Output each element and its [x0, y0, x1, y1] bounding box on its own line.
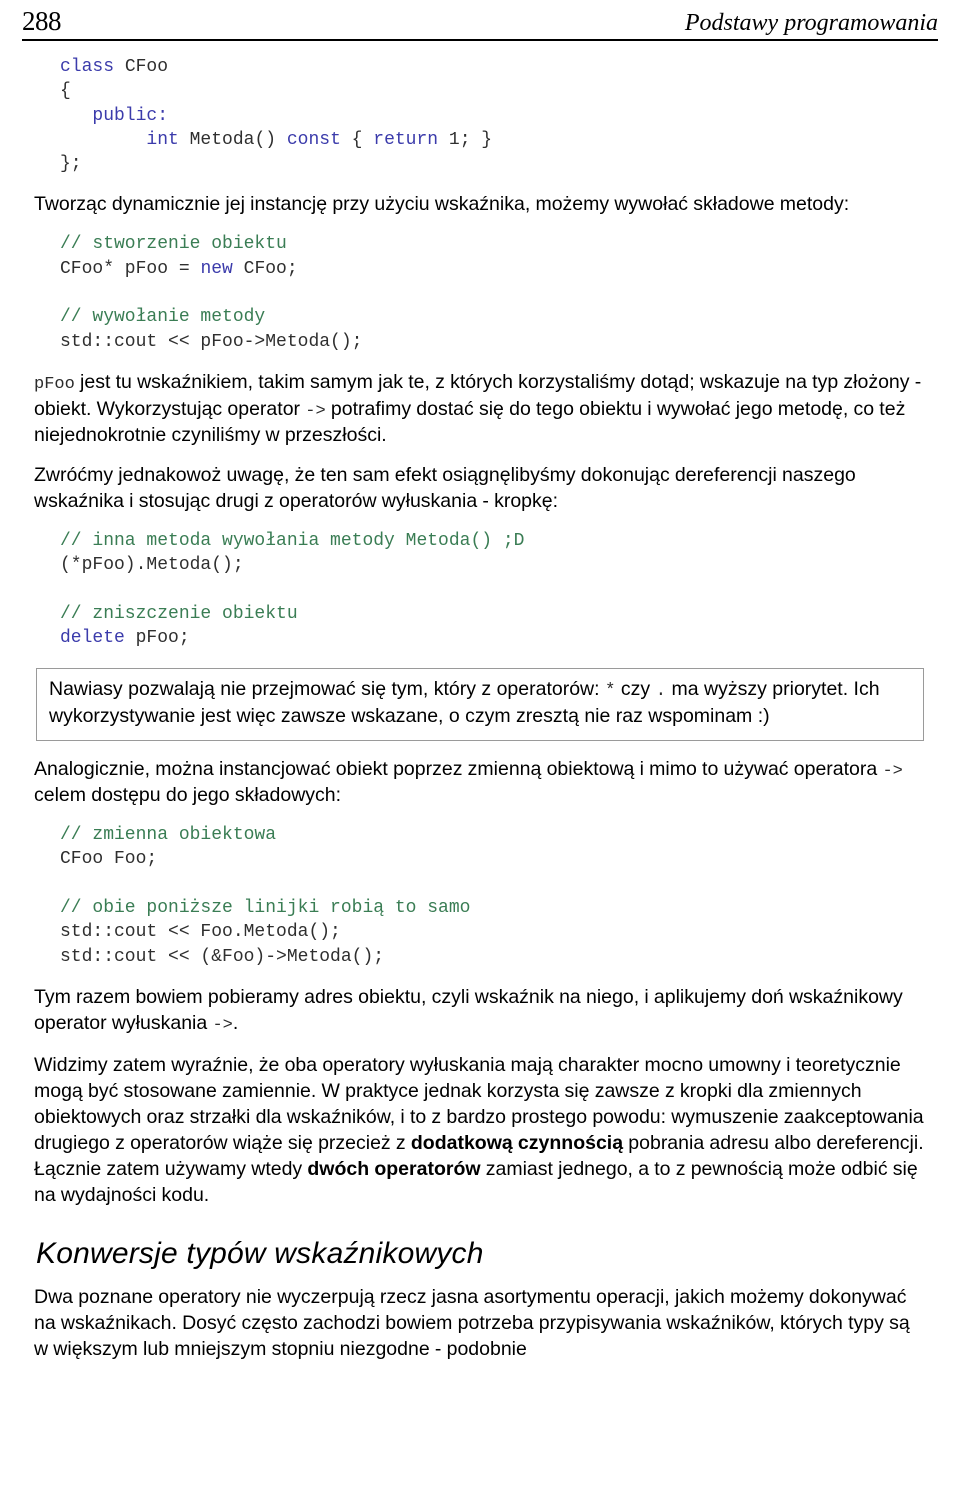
- code-token: const: [286, 129, 341, 150]
- tym-razem-pre: Tym razem bowiem pobieramy adres obiektu…: [34, 985, 903, 1034]
- code-token: CFoo: [114, 57, 169, 77]
- running-header: 288 Podstawy programowania: [18, 0, 942, 39]
- code-token: CFoo Foo;: [60, 849, 158, 870]
- paragraph-after-class: Tworząc dynamicznie jej instancję przy u…: [34, 193, 850, 216]
- code-token: // stworzenie obiektu: [60, 234, 287, 255]
- code-token: new: [200, 258, 233, 279]
- code-token: {: [60, 81, 71, 102]
- emphasis-dwoch-operatorow: dwóch operatorów: [307, 1158, 481, 1181]
- code-token: Metoda(): [178, 129, 287, 150]
- code-token: class: [60, 57, 115, 77]
- document-page: 288 Podstawy programowania class CFoo { …: [0, 0, 960, 1495]
- code-block-deref-and-delete: // inna metoda wywołania metody Metoda()…: [34, 529, 926, 650]
- inline-code-arrow-3: ->: [212, 1015, 233, 1035]
- page-number: 288: [22, 6, 62, 36]
- callout-text: Nawiasy pozwalają nie przejmować się tym…: [49, 677, 911, 729]
- code-token: (*pFoo).Metoda();: [60, 555, 244, 576]
- code-token: // obie poniższe linijki robią to samo: [60, 897, 471, 918]
- code-token: int: [146, 129, 179, 150]
- inline-code-pfoo: pFoo: [34, 374, 75, 394]
- code-token: {: [340, 129, 374, 150]
- code-token: 1; }: [438, 129, 493, 150]
- inline-code-dot-operator: .: [655, 681, 667, 702]
- code-token: };: [60, 154, 82, 175]
- inline-code-arrow-2: ->: [882, 761, 903, 781]
- inline-code-arrow: ->: [305, 401, 326, 421]
- tym-razem-post: .: [232, 1011, 239, 1034]
- code-token: CFoo* pFoo =: [60, 258, 201, 279]
- page-content: class CFoo { public: int Metoda() const …: [18, 55, 942, 1363]
- code-token: // wywołanie metody: [60, 307, 266, 328]
- code-token: std::cout << pFoo->Metoda();: [60, 331, 363, 352]
- header-divider: [22, 39, 938, 41]
- paragraph-tym-razem: Tym razem bowiem pobieramy adres obiektu…: [34, 985, 926, 1038]
- section-heading-konwersje: Konwersje typów wskaźnikowych: [36, 1236, 484, 1270]
- callout-box: Nawiasy pozwalają nie przejmować się tym…: [36, 668, 924, 741]
- code-token: return: [373, 129, 439, 150]
- code-token: // zmienna obiektowa: [60, 825, 277, 846]
- code-token: CFoo;: [232, 258, 298, 279]
- paragraph-pfoo-explanation: pFoo jest tu wskaźnikiem, takim samym ja…: [34, 370, 926, 449]
- code-token: delete: [60, 628, 125, 649]
- paragraph-widzimy-zatem: Widzimy zatem wyraźnie, że oba operatory…: [34, 1053, 926, 1209]
- code-token: // inna metoda wywołania metody Metoda()…: [60, 530, 525, 551]
- code-block-create-and-call: // stworzenie obiektu CFoo* pFoo = new C…: [34, 232, 926, 353]
- paragraph-analogicznie: Analogicznie, można instancjować obiekt …: [34, 757, 926, 810]
- code-token: pFoo;: [124, 628, 190, 649]
- code-block-class-declaration: class CFoo { public: int Metoda() const …: [34, 55, 926, 176]
- emphasis-dodatkowa-czynnoscia: dodatkową czynnością: [410, 1132, 624, 1155]
- analogicznie-post: celem dostępu do jego składowych:: [34, 784, 342, 807]
- code-token: // zniszczenie obiektu: [60, 603, 298, 624]
- callout-text-pre: Nawiasy pozwalają nie przejmować się tym…: [49, 678, 605, 701]
- code-token: std::cout << Foo.Metoda();: [60, 922, 341, 943]
- paragraph-section-intro: Dwa poznane operatory nie wyczerpują rze…: [34, 1285, 910, 1360]
- book-title: Podstawy programowania: [684, 10, 938, 36]
- analogicznie-pre: Analogicznie, można instancjować obiekt …: [34, 757, 883, 780]
- inline-code-star-operator: *: [604, 681, 616, 702]
- callout-text-mid: czy: [615, 678, 656, 701]
- paragraph-dereference-note: Zwróćmy jednakowoż uwagę, że ten sam efe…: [34, 464, 856, 512]
- code-token: public:: [92, 105, 169, 126]
- code-token: std::cout << (&Foo)->Metoda();: [60, 946, 385, 967]
- code-block-object-variable: // zmienna obiektowa CFoo Foo; // obie p…: [34, 823, 926, 969]
